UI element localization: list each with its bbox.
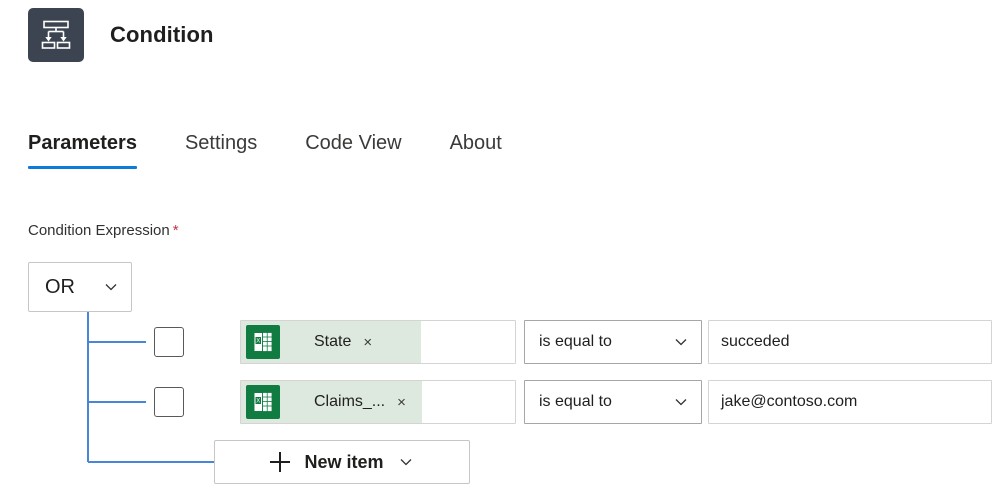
node-header: Condition <box>28 8 214 62</box>
chevron-down-icon[interactable] <box>398 454 414 470</box>
tab-bar: Parameters Settings Code View About <box>28 132 502 169</box>
plus-icon <box>270 452 290 472</box>
token-label: Claims_... <box>314 393 385 411</box>
new-item-label: New item <box>304 452 383 473</box>
operator-dropdown[interactable]: is equal to <box>524 380 702 424</box>
svg-text:X: X <box>256 339 260 345</box>
operator-value: is equal to <box>539 333 612 351</box>
left-operand-field[interactable]: X Claims_... × <box>240 380 516 424</box>
excel-file-icon: X <box>246 325 280 359</box>
token-chip: X State × <box>241 321 421 363</box>
excel-file-icon: X <box>246 385 280 419</box>
left-operand-field[interactable]: X State × <box>240 320 516 364</box>
row-checkbox[interactable] <box>154 387 184 417</box>
condition-builder: OR X <box>28 262 988 492</box>
condition-expression-label: Condition Expression* <box>28 222 179 239</box>
field-label-text: Condition Expression <box>28 222 170 239</box>
tab-code-view[interactable]: Code View <box>305 132 401 169</box>
group-operator-dropdown[interactable]: OR <box>28 262 132 312</box>
tab-settings[interactable]: Settings <box>185 132 257 169</box>
tab-about[interactable]: About <box>450 132 502 169</box>
condition-node-icon <box>28 8 84 62</box>
condition-row: X State × is equal to <box>154 320 992 364</box>
page-title: Condition <box>110 22 214 48</box>
token-label: State <box>314 333 351 351</box>
condition-row: X Claims_... × is equal to <box>154 380 992 424</box>
chevron-down-icon <box>673 334 689 350</box>
group-operator-value: OR <box>45 276 75 299</box>
operator-value: is equal to <box>539 393 612 411</box>
tab-parameters[interactable]: Parameters <box>28 132 137 169</box>
required-asterisk: * <box>173 222 179 239</box>
operator-dropdown[interactable]: is equal to <box>524 320 702 364</box>
token-chip: X Claims_... × <box>241 381 422 423</box>
new-item-button[interactable]: New item <box>214 440 470 484</box>
value-input[interactable]: jake@contoso.com <box>708 380 992 424</box>
value-input[interactable]: succeded <box>708 320 992 364</box>
chevron-down-icon <box>673 394 689 410</box>
svg-text:X: X <box>256 399 260 405</box>
close-icon[interactable]: × <box>397 395 406 410</box>
close-icon[interactable]: × <box>363 335 372 350</box>
row-checkbox[interactable] <box>154 327 184 357</box>
chevron-down-icon <box>103 279 119 295</box>
